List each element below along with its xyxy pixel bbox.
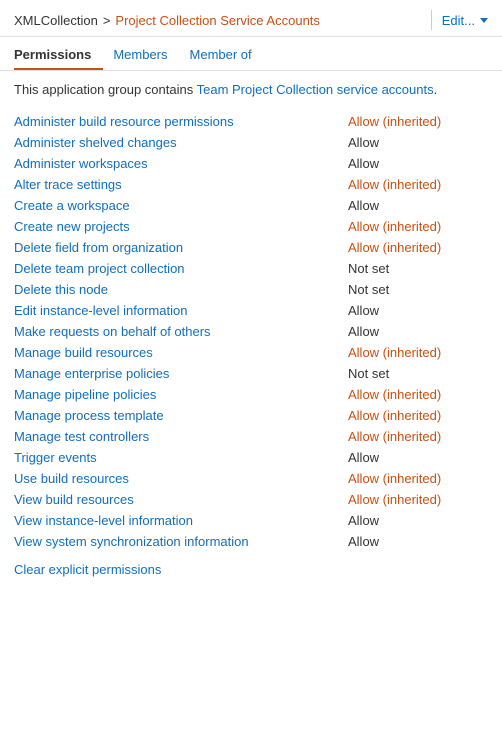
table-row: Delete field from organizationAllow (inh… [14, 237, 488, 258]
table-row: Manage pipeline policiesAllow (inherited… [14, 384, 488, 405]
edit-button[interactable]: Edit... [442, 13, 488, 28]
tab-members[interactable]: Members [113, 39, 179, 70]
permission-value: Not set [348, 261, 488, 276]
permission-value: Allow (inherited) [348, 345, 488, 360]
table-row: Administer shelved changesAllow [14, 132, 488, 153]
permission-name[interactable]: Create a workspace [14, 198, 348, 213]
table-row: View build resourcesAllow (inherited) [14, 489, 488, 510]
permission-value: Allow [348, 135, 488, 150]
table-row: Delete team project collectionNot set [14, 258, 488, 279]
permission-name[interactable]: View instance-level information [14, 513, 348, 528]
permission-value: Allow [348, 513, 488, 528]
permission-value: Allow [348, 303, 488, 318]
permission-value: Allow (inherited) [348, 471, 488, 486]
permission-name[interactable]: Manage enterprise policies [14, 366, 348, 381]
permission-name[interactable]: Delete this node [14, 282, 348, 297]
breadcrumb: XMLCollection > Project Collection Servi… [14, 13, 421, 28]
table-row: Administer workspacesAllow [14, 153, 488, 174]
permission-name[interactable]: Administer build resource permissions [14, 114, 348, 129]
tab-permissions[interactable]: Permissions [14, 39, 103, 70]
permission-name[interactable]: Edit instance-level information [14, 303, 348, 318]
table-row: Manage process templateAllow (inherited) [14, 405, 488, 426]
table-row: Manage build resourcesAllow (inherited) [14, 342, 488, 363]
permission-name[interactable]: Alter trace settings [14, 177, 348, 192]
description-highlight: Team Project Collection service accounts [197, 82, 434, 97]
permission-value: Allow (inherited) [348, 114, 488, 129]
permission-value: Allow [348, 534, 488, 549]
breadcrumb-current-page: Project Collection Service Accounts [115, 13, 319, 28]
permission-name[interactable]: Manage process template [14, 408, 348, 423]
permission-value: Allow (inherited) [348, 219, 488, 234]
permission-value: Allow (inherited) [348, 492, 488, 507]
main-content: This application group contains Team Pro… [0, 71, 502, 587]
permission-value: Allow (inherited) [348, 429, 488, 444]
permission-name[interactable]: Administer workspaces [14, 156, 348, 171]
permission-name[interactable]: Manage pipeline policies [14, 387, 348, 402]
permission-value: Allow [348, 198, 488, 213]
permission-value: Not set [348, 282, 488, 297]
page-header: XMLCollection > Project Collection Servi… [0, 0, 502, 37]
permission-value: Allow (inherited) [348, 177, 488, 192]
permission-name[interactable]: Manage test controllers [14, 429, 348, 444]
table-row: Administer build resource permissionsAll… [14, 111, 488, 132]
permission-name[interactable]: Delete field from organization [14, 240, 348, 255]
chevron-down-icon [480, 18, 488, 23]
table-row: Create a workspaceAllow [14, 195, 488, 216]
permission-value: Allow (inherited) [348, 408, 488, 423]
clear-explicit-permissions-link[interactable]: Clear explicit permissions [14, 562, 161, 577]
permission-name[interactable]: View build resources [14, 492, 348, 507]
permission-name[interactable]: Create new projects [14, 219, 348, 234]
permission-value: Allow (inherited) [348, 240, 488, 255]
table-row: Make requests on behalf of othersAllow [14, 321, 488, 342]
breadcrumb-collection-link[interactable]: XMLCollection [14, 13, 98, 28]
permission-name[interactable]: View system synchronization information [14, 534, 348, 549]
table-row: Manage enterprise policiesNot set [14, 363, 488, 384]
permission-value: Allow [348, 324, 488, 339]
header-divider [431, 10, 432, 30]
table-row: Trigger eventsAllow [14, 447, 488, 468]
table-row: View instance-level informationAllow [14, 510, 488, 531]
permission-name[interactable]: Delete team project collection [14, 261, 348, 276]
table-row: Create new projectsAllow (inherited) [14, 216, 488, 237]
tab-bar: Permissions Members Member of [0, 39, 502, 71]
table-row: Alter trace settingsAllow (inherited) [14, 174, 488, 195]
permission-name[interactable]: Manage build resources [14, 345, 348, 360]
description-text: This application group contains Team Pro… [14, 81, 488, 99]
tab-member-of[interactable]: Member of [190, 39, 264, 70]
permission-value: Not set [348, 366, 488, 381]
permission-name[interactable]: Make requests on behalf of others [14, 324, 348, 339]
breadcrumb-separator: > [103, 13, 111, 28]
table-row: Edit instance-level informationAllow [14, 300, 488, 321]
permission-value: Allow [348, 156, 488, 171]
table-row: Delete this nodeNot set [14, 279, 488, 300]
table-row: Use build resourcesAllow (inherited) [14, 468, 488, 489]
table-row: Manage test controllersAllow (inherited) [14, 426, 488, 447]
permissions-table: Administer build resource permissionsAll… [14, 111, 488, 552]
permission-value: Allow [348, 450, 488, 465]
permission-name[interactable]: Trigger events [14, 450, 348, 465]
table-row: View system synchronization informationA… [14, 531, 488, 552]
permission-value: Allow (inherited) [348, 387, 488, 402]
permission-name[interactable]: Use build resources [14, 471, 348, 486]
permission-name[interactable]: Administer shelved changes [14, 135, 348, 150]
